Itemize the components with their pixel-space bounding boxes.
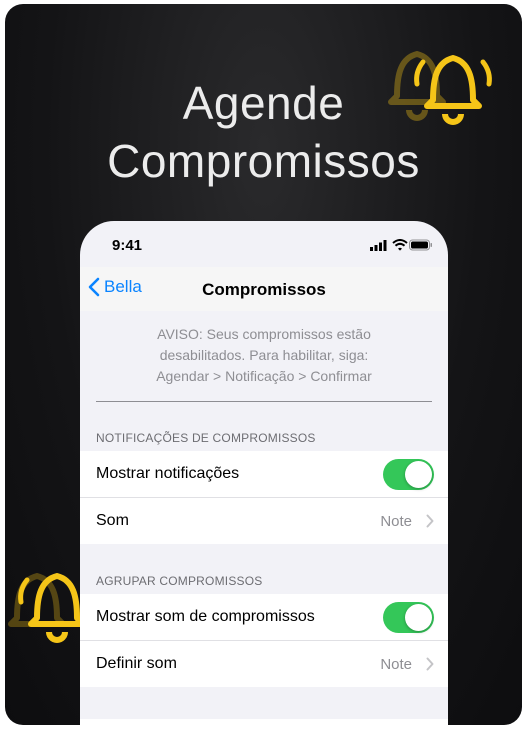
appointment-sound-toggle[interactable] [383,602,434,633]
nav-title: Compromissos [202,280,326,299]
status-icons [370,238,432,256]
row-label: Mostrar som de compromissos [96,608,315,625]
row-label: Som [96,512,129,529]
row-sound[interactable]: Som Note [80,498,448,544]
chevron-right-icon [426,514,434,528]
row-label: Mostrar notificações [96,465,240,482]
divider [96,401,432,402]
phone-screen: 9:41 Bella Compromissos AVISO: Seus comp… [80,221,448,725]
row-show-notifications[interactable]: Mostrar notificações [80,451,448,498]
bell-icon [388,51,492,125]
promo-card: Agende Compromissos 9:41 Bella Compromis… [5,4,522,725]
show-notifications-toggle[interactable] [383,459,434,490]
settings-group-notifications: Mostrar notificações Som Note [80,451,448,544]
row-show-appointment-sound[interactable]: Mostrar som de compromissos [80,594,448,641]
row-label: Definir som [96,655,177,672]
status-bar: 9:41 [80,221,448,267]
status-time: 9:41 [112,237,143,254]
section-header-group: AGRUPAR COMPROMISSOS [96,574,263,588]
battery-icon [409,239,432,251]
notice-line: desabilitados. Para habilitar, siga: [159,347,369,363]
notice-line: AVISO: Seus compromissos estão [157,326,371,342]
navigation-bar: Bella Compromissos [80,267,448,311]
row-value: Note [380,513,412,530]
row-value: Note [380,656,412,673]
wifi-icon [392,239,408,251]
row-define-sound[interactable]: Definir som Note [80,641,448,687]
notice-line: Agendar > Notificação > Confirmar [156,368,372,384]
settings-group-next [80,719,448,725]
warning-notice: AVISO: Seus compromissos estão desabilit… [100,324,428,387]
section-header-notifications: NOTIFICAÇÕES DE COMPROMISSOS [96,431,316,445]
headline-line2: Compromissos [107,135,420,187]
settings-group-appointments: Mostrar som de compromissos Definir som … [80,594,448,687]
chevron-right-icon [426,657,434,671]
signal-icon [370,240,387,251]
